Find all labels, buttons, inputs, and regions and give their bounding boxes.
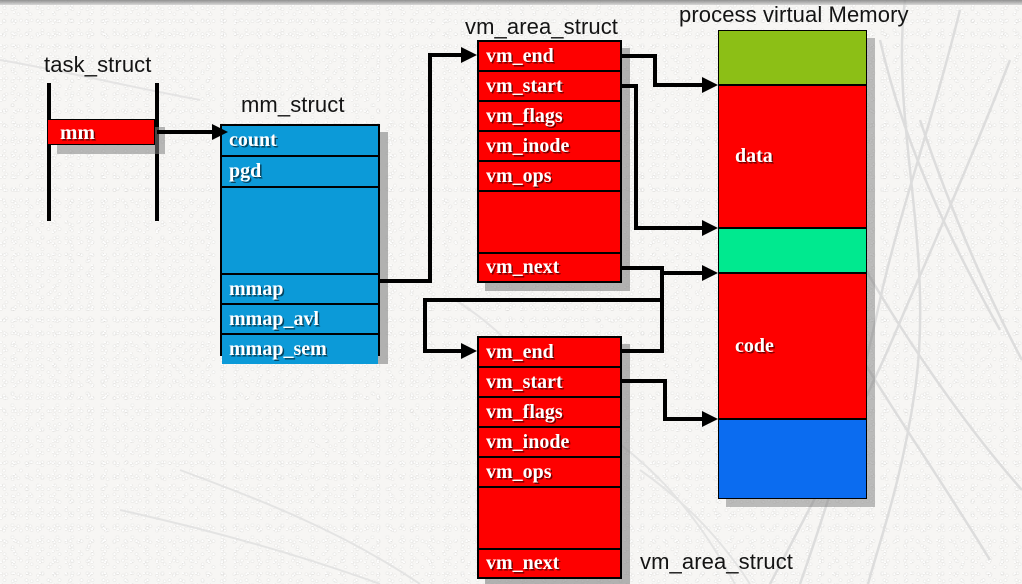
vma-top-row-vm-next[interactable]: vm_next — [479, 254, 620, 281]
vma-bottom-row-vm-inode-label: vm_inode — [486, 430, 570, 453]
vma-top-row-vm-ops[interactable]: vm_ops — [479, 162, 620, 192]
task-struct-label: task_struct — [44, 52, 152, 77]
mm-struct-row-mmap-sem-label: mmap_sem — [229, 338, 327, 360]
diagram-canvas: task_struct mm mm_struct count pgd mmap … — [0, 0, 1022, 584]
mm-struct-row-mmap-sem[interactable]: mmap_sem — [222, 335, 378, 364]
memory-block-stack — [718, 30, 867, 85]
memory-block-gap — [718, 228, 867, 273]
vma-bottom-row-vm-ops-label: vm_ops — [486, 460, 552, 483]
vm-area-struct-bottom-label: vm_area_struct — [640, 549, 794, 574]
vma-bottom-row-vm-end-label: vm_end — [486, 340, 554, 363]
vma-top-row-vm-inode[interactable]: vm_inode — [479, 132, 620, 162]
vma-bottom-row-vm-start-label: vm_start — [486, 370, 563, 393]
mm-struct-row-mmap-avl[interactable]: mmap_avl — [222, 305, 378, 335]
vma-bottom-row-vm-start[interactable]: vm_start — [479, 368, 620, 398]
vma-bottom-row-empty — [479, 488, 620, 550]
mm-struct-label: mm_struct — [241, 92, 345, 117]
vma-top-row-vm-start-label: vm_start — [486, 74, 563, 97]
mm-struct: count pgd mmap mmap_avl mmap_sem — [220, 124, 380, 364]
vm-area-struct-top-label: vm_area_struct — [465, 14, 619, 39]
vma-top-row-vm-end-label: vm_end — [486, 44, 554, 67]
mm-struct-row-count-label: count — [229, 129, 277, 151]
vm-area-struct-top: vm_end vm_start vm_flags vm_inode vm_ops… — [477, 40, 622, 283]
mm-struct-row-mmap-avl-label: mmap_avl — [229, 307, 319, 330]
mm-struct-row-pgd-label: pgd — [229, 160, 262, 182]
vm-area-struct-bottom: vm_end vm_start vm_flags vm_inode vm_ops… — [477, 336, 622, 579]
vma-bottom-row-vm-next[interactable]: vm_next — [479, 550, 620, 577]
mm-struct-row-mmap-label: mmap — [229, 277, 284, 300]
mm-struct-row-pgd[interactable]: pgd — [222, 157, 378, 188]
mm-struct-row-empty — [222, 188, 378, 275]
vma-top-row-vm-start[interactable]: vm_start — [479, 72, 620, 102]
memory-block-data: data — [718, 85, 867, 228]
task-struct-mm-field[interactable]: mm — [47, 119, 155, 145]
memory-block-reserved — [718, 419, 867, 499]
vma-top-row-vm-inode-label: vm_inode — [486, 134, 570, 157]
vma-bottom-row-vm-inode[interactable]: vm_inode — [479, 428, 620, 458]
memory-block-data-label: data — [735, 145, 773, 167]
vma-top-row-vm-next-label: vm_next — [486, 256, 560, 278]
task-struct-mm-label: mm — [60, 119, 95, 144]
vma-bottom-row-vm-end[interactable]: vm_end — [479, 338, 620, 368]
vma-bottom-row-vm-flags-label: vm_flags — [486, 400, 563, 423]
vma-top-row-empty — [479, 192, 620, 254]
vma-bottom-row-vm-ops[interactable]: vm_ops — [479, 458, 620, 488]
memory-block-code-label: code — [735, 334, 774, 357]
vma-top-row-vm-ops-label: vm_ops — [486, 164, 552, 187]
vma-top-row-vm-flags[interactable]: vm_flags — [479, 102, 620, 132]
vma-bottom-row-vm-flags[interactable]: vm_flags — [479, 398, 620, 428]
memory-block-code: code — [718, 273, 867, 419]
process-virtual-memory-label: process virtual Memory — [679, 2, 909, 27]
vma-bottom-row-vm-next-label: vm_next — [486, 552, 560, 574]
mm-struct-row-mmap[interactable]: mmap — [222, 275, 378, 305]
mm-struct-row-count[interactable]: count — [222, 126, 378, 157]
vma-top-row-vm-end[interactable]: vm_end — [479, 42, 620, 72]
task-struct-left-rail — [47, 83, 51, 221]
vma-top-row-vm-flags-label: vm_flags — [486, 104, 563, 127]
